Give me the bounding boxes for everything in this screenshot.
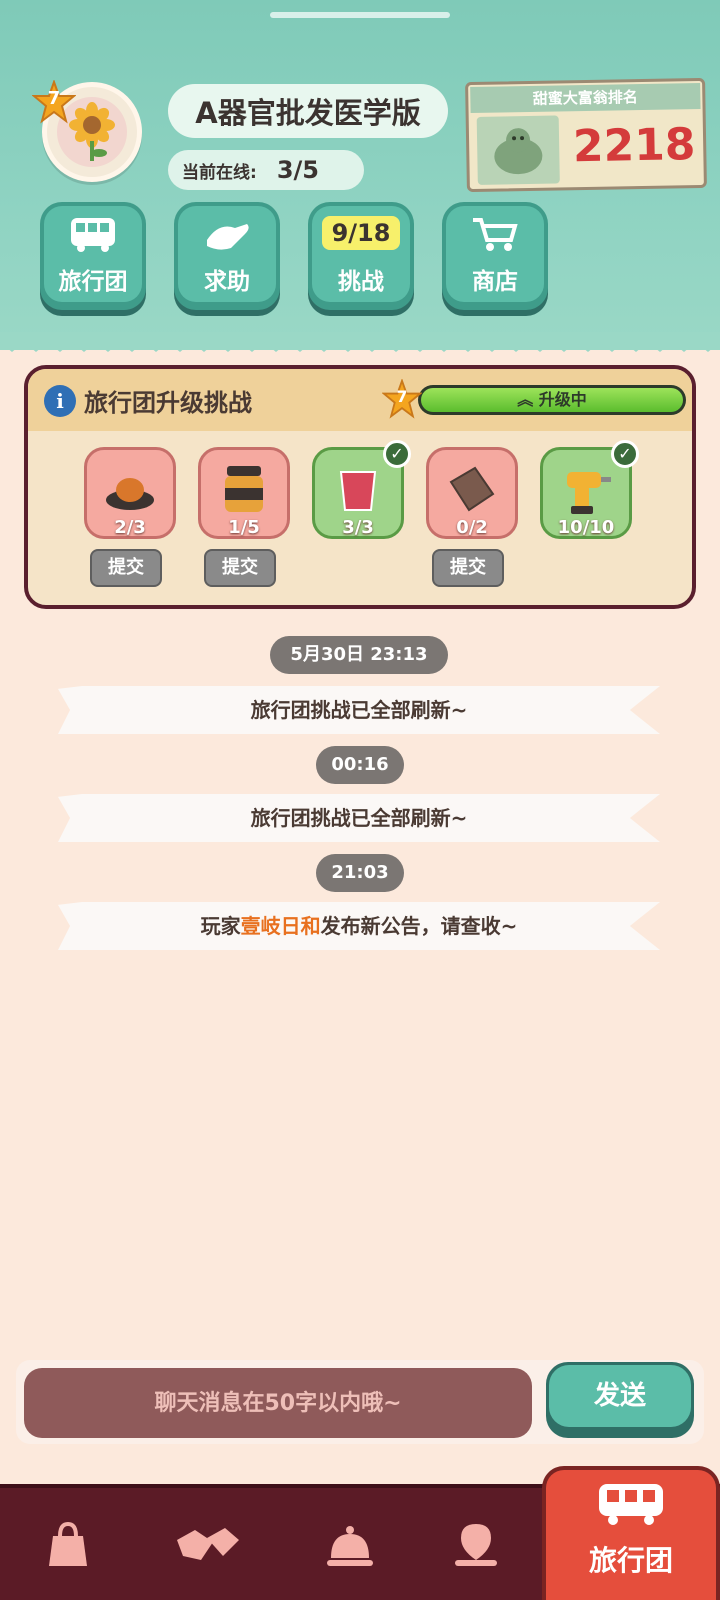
ranking-value: 2218 xyxy=(572,119,696,173)
bottom-tab-bar: 旅行团 xyxy=(0,1466,720,1600)
chat-input[interactable] xyxy=(24,1368,532,1438)
item-count: 0/2 xyxy=(456,517,488,538)
header-zigzag xyxy=(0,332,720,352)
tab-tour-group-label: 旅行团 xyxy=(588,1544,673,1577)
send-button[interactable]: 发送 xyxy=(546,1362,694,1438)
message-timestamp: 5月30日 23:13 xyxy=(270,636,448,674)
tab-map[interactable] xyxy=(428,1500,524,1592)
tab-tour-group[interactable]: 旅行团 xyxy=(542,1466,720,1600)
challenge-item-drill[interactable]: ✓ 10/10 xyxy=(540,440,639,539)
tab-service[interactable] xyxy=(302,1500,398,1592)
nav-label-help: 求助 xyxy=(204,269,250,295)
check-icon: ✓ xyxy=(611,440,639,468)
submit-button-chocolate-bar[interactable]: 提交 xyxy=(432,549,504,587)
challenge-counter: 9/18 xyxy=(322,216,400,250)
challenge-level-badge: 7 xyxy=(381,378,423,419)
team-name: A器官批发医学版 xyxy=(168,84,448,138)
map-pin-icon xyxy=(455,1524,497,1566)
header: 7 A器官批发医学版 当前在线: 3/5 甜蜜大富翁排名 2218 旅行团 求助… xyxy=(0,0,720,350)
online-label: 当前在线: xyxy=(182,162,257,183)
check-icon: ✓ xyxy=(383,440,411,468)
item-count: 3/3 xyxy=(342,517,374,538)
ranking-card[interactable]: 甜蜜大富翁排名 2218 xyxy=(465,77,707,193)
upgrade-status-label: 升级中 xyxy=(538,390,587,409)
challenge-item-caviar-jar[interactable]: 1/5 xyxy=(198,447,290,539)
bus-icon xyxy=(546,1480,716,1537)
announcement-message: 玩家壹岐日和发布新公告，请查收~ xyxy=(58,902,660,950)
upgrade-status: ︽ 升级中 xyxy=(421,388,683,412)
panel-header: i 旅行团升级挑战 ︽ 升级中 7 xyxy=(28,369,692,431)
ranking-title: 甜蜜大富翁排名 xyxy=(470,83,701,114)
hand-icon xyxy=(174,214,280,262)
caviar-jar-icon xyxy=(217,462,271,516)
challenge-item-roast-dish[interactable]: 2/3 xyxy=(84,447,176,539)
system-message: 旅行团挑战已全部刷新~ xyxy=(58,794,660,842)
item-count: 2/3 xyxy=(114,517,146,538)
drill-icon xyxy=(559,462,613,516)
bus-icon xyxy=(40,214,146,262)
nav-button-challenge[interactable]: 9/18 挑战 xyxy=(308,202,414,310)
message-prefix: 玩家 xyxy=(200,914,241,938)
info-icon[interactable]: i xyxy=(44,385,76,417)
nav-label-shop: 商店 xyxy=(472,269,518,295)
upgrade-challenge-panel: i 旅行团升级挑战 ︽ 升级中 7 2/3 1/5 ✓ 3/3 0/2 ✓ 10… xyxy=(24,365,696,609)
team-level-badge: 7 xyxy=(31,79,77,124)
nav-button-shop[interactable]: 商店 xyxy=(442,202,548,310)
send-button-label: 发送 xyxy=(549,1365,691,1427)
upgrade-progress-bar: ︽ 升级中 xyxy=(418,385,686,415)
cart-icon xyxy=(442,214,548,262)
challenge-item-chocolate-bar[interactable]: 0/2 xyxy=(426,447,518,539)
nav-label-challenge: 挑战 xyxy=(338,269,384,295)
nav-label-tour-group: 旅行团 xyxy=(58,269,128,295)
player-name-link[interactable]: 壹岐日和 xyxy=(241,914,321,938)
progress-fill: ︽ 升级中 xyxy=(421,388,683,412)
grab-bar[interactable] xyxy=(270,12,450,18)
message-timestamp: 00:16 xyxy=(316,746,404,784)
panel-title: 旅行团升级挑战 xyxy=(84,389,252,417)
system-message: 旅行团挑战已全部刷新~ xyxy=(58,686,660,734)
roast-dish-icon xyxy=(103,462,157,516)
red-drink-icon xyxy=(331,462,385,516)
message-suffix: 发布新公告，请查收~ xyxy=(320,914,518,938)
item-count: 1/5 xyxy=(228,517,260,538)
item-count: 10/10 xyxy=(557,517,615,538)
nav-button-help[interactable]: 求助 xyxy=(174,202,280,310)
submit-button-caviar-jar[interactable]: 提交 xyxy=(204,549,276,587)
message-timestamp: 21:03 xyxy=(316,854,404,892)
chevron-up-icon: ︽ xyxy=(517,390,534,409)
handshake-icon xyxy=(177,1528,239,1560)
bag-icon xyxy=(49,1521,87,1566)
challenge-level-value: 7 xyxy=(396,387,408,406)
tab-bag[interactable] xyxy=(20,1500,116,1592)
online-value: 3/5 xyxy=(276,156,319,184)
service-bell-icon xyxy=(327,1526,373,1566)
chocolate-bar-icon xyxy=(445,462,499,516)
chat-input-row: 发送 xyxy=(16,1360,704,1444)
dragon-icon xyxy=(476,115,560,185)
tab-friends[interactable] xyxy=(160,1500,256,1592)
submit-button-roast-dish[interactable]: 提交 xyxy=(90,549,162,587)
team-level-value: 7 xyxy=(47,88,61,109)
nav-button-tour-group[interactable]: 旅行团 xyxy=(40,202,146,310)
online-count: 当前在线: 3/5 xyxy=(168,150,364,190)
challenge-item-red-drink[interactable]: ✓ 3/3 xyxy=(312,440,411,539)
